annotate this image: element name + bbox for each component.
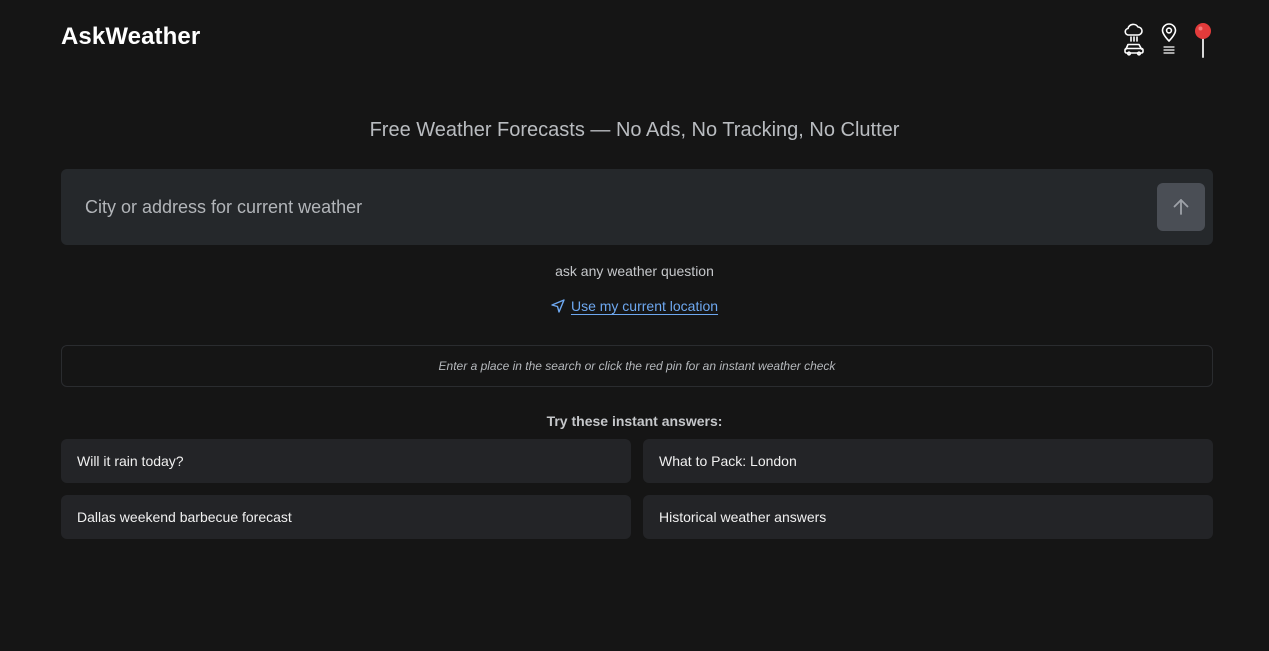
search-input[interactable]: [61, 169, 1141, 245]
use-location-link[interactable]: Use my current location: [0, 298, 1269, 314]
suggestion-dallas-bbq[interactable]: Dallas weekend barbecue forecast: [61, 495, 631, 539]
search-submit-button[interactable]: [1157, 183, 1205, 231]
suggestion-rain-today[interactable]: Will it rain today?: [61, 439, 631, 483]
rain-car-icon[interactable]: [1123, 22, 1145, 56]
suggestions-grid: Will it rain today? What to Pack: London…: [61, 439, 1213, 539]
map-pin-list-icon[interactable]: [1159, 22, 1179, 56]
brand-logo[interactable]: AskWeather: [61, 23, 200, 51]
page-tagline: Free Weather Forecasts — No Ads, No Trac…: [369, 119, 900, 141]
header-icons: [1123, 22, 1213, 58]
page: AskWeather Free Weather Forecasts — No A…: [0, 0, 1269, 651]
navigation-arrow-icon: [551, 299, 565, 313]
red-pin-icon[interactable]: [1193, 22, 1213, 58]
arrow-up-icon: [1173, 199, 1189, 215]
suggestion-pack-london[interactable]: What to Pack: London: [643, 439, 1213, 483]
header: AskWeather: [61, 18, 1213, 62]
suggestions-title: Try these instant answers:: [546, 413, 723, 429]
suggestion-historical[interactable]: Historical weather answers: [643, 495, 1213, 539]
search-hint: ask any weather question: [555, 263, 714, 279]
search-box: [61, 169, 1213, 245]
use-location-label[interactable]: Use my current location: [571, 298, 718, 314]
info-message: Enter a place in the search or click the…: [61, 345, 1213, 387]
